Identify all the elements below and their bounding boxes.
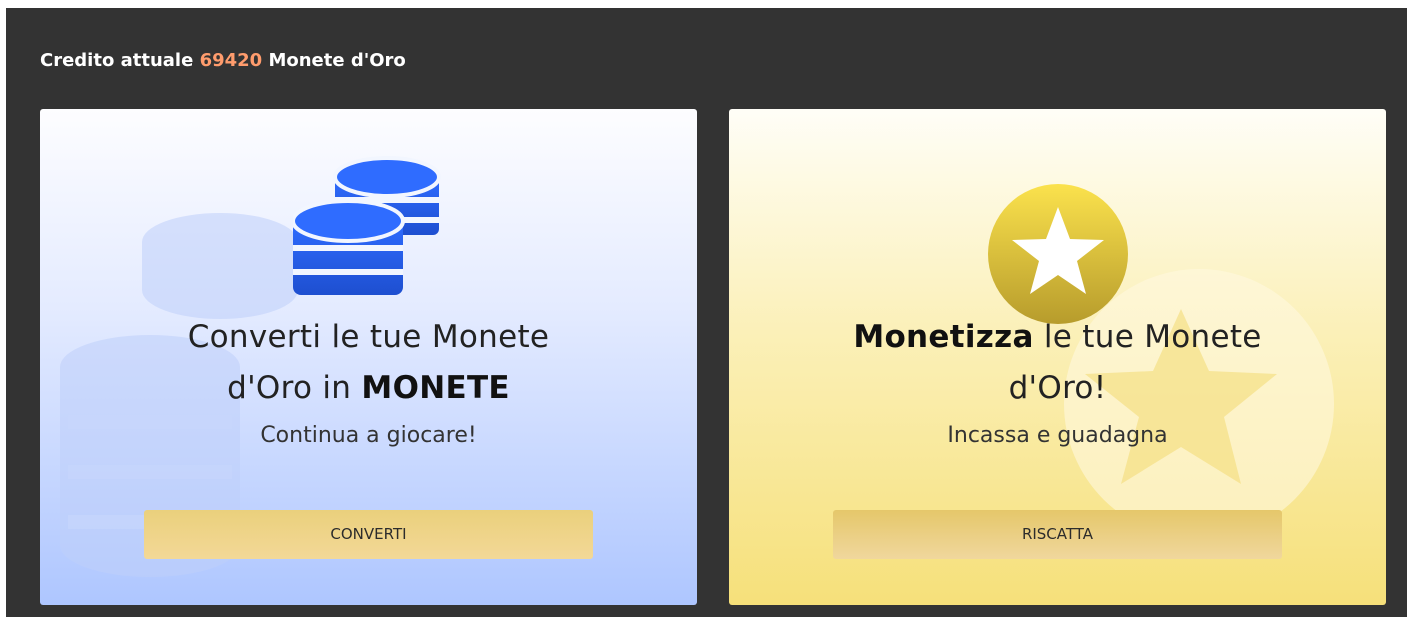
coin-stack-icon <box>293 156 441 295</box>
redeem-card: Monetizza le tue Monete d'Oro! Incassa e… <box>729 109 1386 605</box>
redeem-subtitle: Incassa e guadagna <box>947 423 1168 448</box>
redeem-title-line1: Monetizza le tue Monete <box>729 312 1386 363</box>
convert-title-line2: d'Oro in MONETE <box>40 363 697 414</box>
rewards-panel: Credito attuale 69420 Monete d'Oro Conve… <box>6 8 1407 617</box>
credit-balance: Credito attuale 69420 Monete d'Oro <box>40 48 406 74</box>
credit-label: Credito attuale <box>40 50 194 71</box>
convert-button[interactable]: CONVERTI <box>144 510 593 559</box>
redeem-button[interactable]: RISCATTA <box>833 510 1282 559</box>
convert-subtitle: Continua a giocare! <box>260 423 477 448</box>
convert-title: Converti le tue Monete d'Oro in MONETE <box>40 312 697 414</box>
redeem-title-line2: d'Oro! <box>1008 370 1107 406</box>
credit-amount: 69420 <box>199 50 263 71</box>
redeem-title: Monetizza le tue Monete d'Oro! <box>729 312 1386 414</box>
convert-title-line1: Converti le tue Monete <box>187 319 550 355</box>
gold-star-coin-icon <box>988 184 1128 324</box>
credit-currency: Monete d'Oro <box>268 50 406 71</box>
convert-title-emphasis: MONETE <box>361 370 510 406</box>
redeem-title-line1-text: le tue Monete <box>1033 319 1262 355</box>
convert-card: Converti le tue Monete d'Oro in MONETE C… <box>40 109 697 605</box>
redeem-title-emphasis: Monetizza <box>853 319 1034 355</box>
convert-title-line2-text: d'Oro in <box>227 370 362 406</box>
